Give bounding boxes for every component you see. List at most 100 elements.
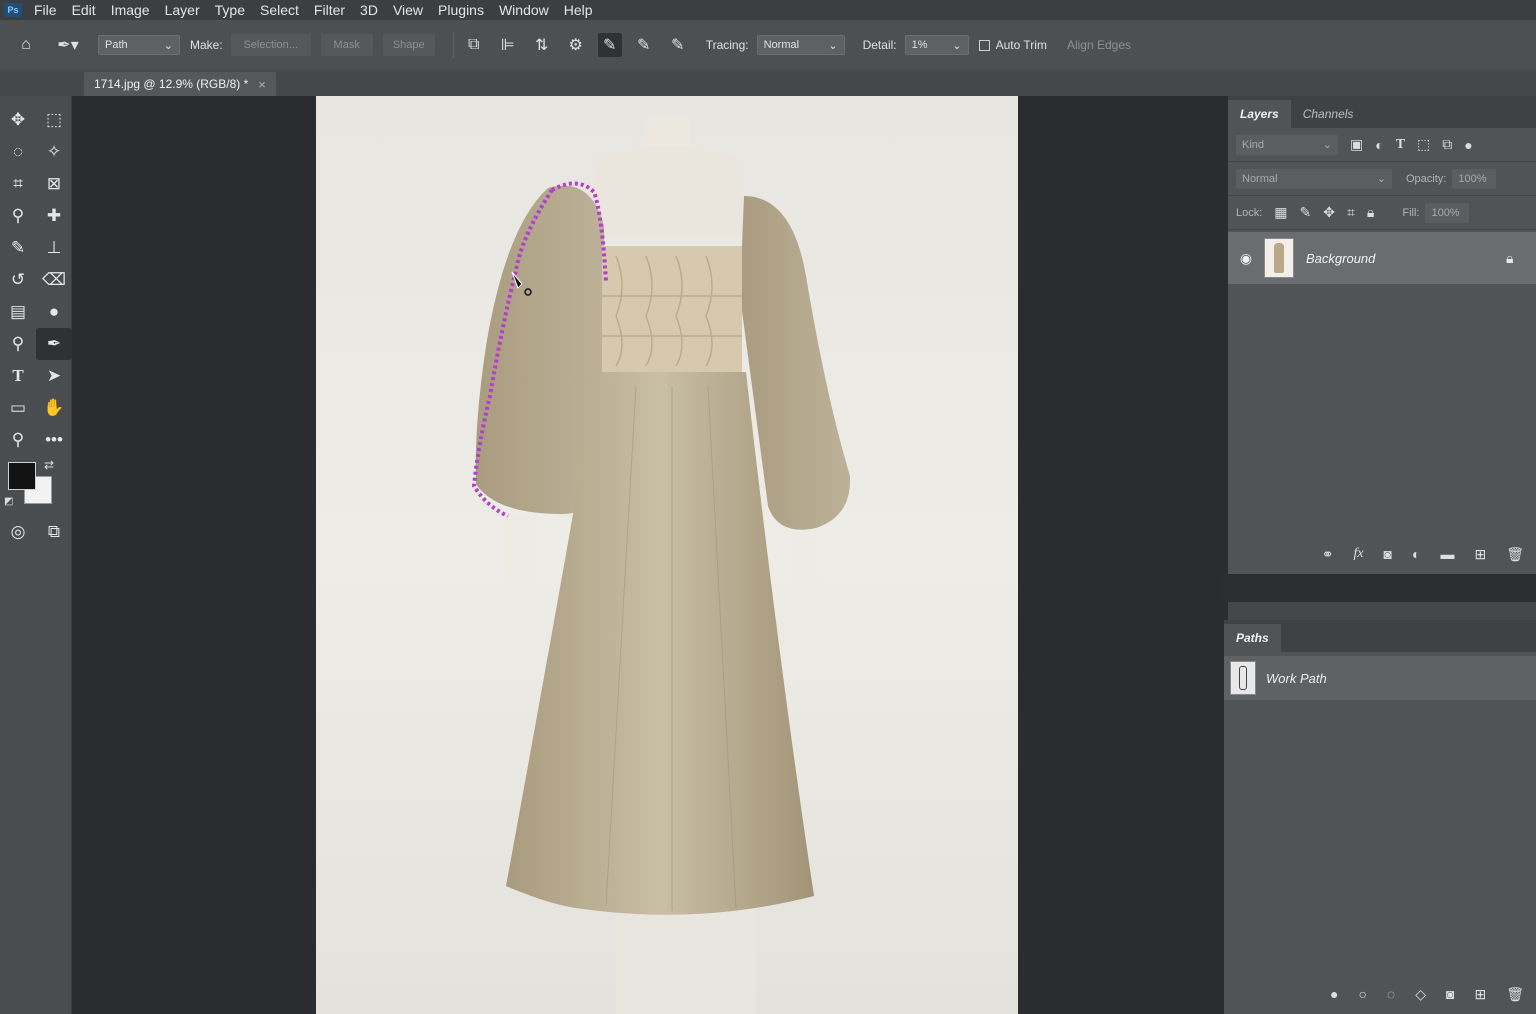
- gradient-tool-icon[interactable]: ▤: [0, 296, 36, 328]
- make-shape-button[interactable]: Shape: [382, 34, 435, 56]
- shape-filter-icon[interactable]: ⬚: [1417, 136, 1430, 153]
- add-mask-icon[interactable]: ◙: [1384, 546, 1392, 562]
- layer-style-icon[interactable]: fx: [1353, 546, 1363, 562]
- menu-layer[interactable]: Layer: [165, 2, 200, 18]
- marquee-tool-icon[interactable]: ⬚: [36, 104, 72, 136]
- lock-position-icon[interactable]: ✥: [1323, 204, 1335, 221]
- menu-help[interactable]: Help: [564, 2, 593, 18]
- blend-mode-select[interactable]: Normal ⌄: [1236, 168, 1392, 189]
- menu-type[interactable]: Type: [215, 2, 245, 18]
- tab-paths[interactable]: Paths: [1224, 624, 1281, 652]
- menu-edit[interactable]: Edit: [72, 2, 96, 18]
- menu-view[interactable]: View: [393, 2, 423, 18]
- lock-all-icon[interactable]: 🔒︎: [1367, 204, 1374, 221]
- foreground-color-swatch[interactable]: [8, 462, 36, 490]
- load-path-as-selection-icon[interactable]: ◌: [1387, 986, 1395, 1002]
- lock-transparent-icon[interactable]: ▦: [1274, 204, 1287, 221]
- home-icon[interactable]: ⌂: [14, 33, 38, 57]
- pen-mode-curvature-icon[interactable]: ✎: [597, 33, 622, 57]
- auto-trim-checkbox[interactable]: [978, 39, 990, 51]
- auto-trim-label: Auto Trim: [995, 38, 1047, 52]
- adjustment-filter-icon[interactable]: ◐: [1375, 137, 1383, 153]
- kind-filter-select[interactable]: Kind ⌄: [1236, 134, 1338, 155]
- lock-artboard-icon[interactable]: ⌗: [1347, 204, 1355, 221]
- menu-window[interactable]: Window: [499, 2, 549, 18]
- frame-tool-icon[interactable]: ⊠: [36, 168, 72, 200]
- tab-channels[interactable]: Channels: [1291, 100, 1366, 128]
- divider: [452, 32, 454, 58]
- trash-icon[interactable]: 🗑︎: [1506, 986, 1524, 1003]
- make-work-path-icon[interactable]: ◇: [1415, 986, 1426, 1003]
- link-layers-icon[interactable]: ⚭: [1322, 546, 1334, 563]
- make-selection-button[interactable]: Selection...: [230, 34, 311, 56]
- new-path-icon[interactable]: ⊞: [1474, 986, 1486, 1003]
- menu-3d[interactable]: 3D: [360, 2, 378, 18]
- tool-mode-select[interactable]: Path ⌄: [98, 35, 180, 55]
- path-arrangement-icon[interactable]: ⇅: [530, 33, 554, 57]
- pixel-filter-icon[interactable]: ▣: [1350, 136, 1363, 153]
- pen-mode-content-aware-icon[interactable]: ✎: [666, 33, 690, 57]
- align-edges-label[interactable]: Align Edges: [1067, 38, 1131, 52]
- menu-select[interactable]: Select: [260, 2, 299, 18]
- quick-mask-icon[interactable]: ◎: [0, 516, 36, 548]
- tab-layers[interactable]: Layers: [1228, 100, 1291, 128]
- menu-file[interactable]: File: [34, 2, 57, 18]
- paths-panel-footer: ● ○ ◌ ◇ ◙ ⊞ 🗑︎: [1224, 974, 1536, 1014]
- tracing-select[interactable]: Normal ⌄: [756, 35, 845, 55]
- blur-tool-icon[interactable]: ●: [36, 296, 72, 328]
- menu-image[interactable]: Image: [111, 2, 150, 18]
- menu-filter[interactable]: Filter: [314, 2, 345, 18]
- fill-path-icon[interactable]: ●: [1330, 986, 1338, 1002]
- brush-tool-icon[interactable]: ✎: [0, 232, 36, 264]
- fill-field[interactable]: 100%: [1425, 202, 1470, 223]
- filter-toggle-icon[interactable]: ●: [1464, 137, 1472, 153]
- eraser-tool-icon[interactable]: ⌫: [36, 264, 72, 296]
- history-brush-tool-icon[interactable]: ↺: [0, 264, 36, 296]
- make-mask-button[interactable]: Mask: [320, 34, 373, 56]
- fill-label: Fill:: [1402, 206, 1420, 219]
- add-mask-icon[interactable]: ◙: [1446, 986, 1454, 1002]
- magic-wand-tool-icon[interactable]: ✧: [36, 136, 72, 168]
- screen-mode-icon[interactable]: ⧉: [36, 516, 72, 548]
- menu-plugins[interactable]: Plugins: [438, 2, 484, 18]
- document-canvas[interactable]: [316, 96, 1018, 1014]
- close-icon[interactable]: ×: [258, 77, 266, 92]
- healing-brush-tool-icon[interactable]: ✚: [36, 200, 72, 232]
- eye-icon[interactable]: ◉: [1228, 250, 1264, 267]
- document-tab[interactable]: 1714.jpg @ 12.9% (RGB/8) * ×: [84, 72, 276, 96]
- dodge-tool-icon[interactable]: ⚲: [0, 328, 36, 360]
- default-colors-icon[interactable]: ◩: [4, 496, 13, 507]
- trash-icon[interactable]: 🗑︎: [1506, 546, 1524, 563]
- new-layer-icon[interactable]: ⊞: [1474, 546, 1486, 563]
- rectangle-tool-icon[interactable]: ▭: [0, 392, 36, 424]
- new-adjustment-layer-icon[interactable]: ◐: [1412, 546, 1420, 562]
- swap-colors-icon[interactable]: ⇄: [44, 458, 54, 472]
- type-filter-icon[interactable]: T: [1396, 137, 1405, 153]
- crop-tool-icon[interactable]: ⌗: [0, 168, 36, 200]
- zoom-tool-icon[interactable]: ⚲: [0, 424, 36, 456]
- smart-object-filter-icon[interactable]: ⧉: [1442, 136, 1452, 153]
- eyedropper-tool-icon[interactable]: ⚲: [0, 200, 36, 232]
- clone-stamp-tool-icon[interactable]: ⊥: [36, 232, 72, 264]
- move-tool-icon[interactable]: ✥: [0, 104, 36, 136]
- lock-icon[interactable]: 🔒︎: [1506, 250, 1536, 267]
- gear-icon[interactable]: ⚙: [564, 33, 588, 57]
- path-selection-tool-icon[interactable]: ➤: [36, 360, 72, 392]
- curvature-pen-tool-icon[interactable]: ✒: [36, 328, 72, 360]
- lasso-tool-icon[interactable]: ◌: [0, 136, 36, 168]
- type-tool-icon[interactable]: T: [0, 360, 36, 392]
- path-operations-icon[interactable]: ⧉: [462, 33, 486, 57]
- opacity-field[interactable]: 100%: [1452, 168, 1497, 189]
- path-row-work-path[interactable]: Work Path: [1224, 656, 1536, 700]
- canvas-area[interactable]: [72, 96, 1228, 1014]
- hand-tool-icon[interactable]: ✋: [36, 392, 72, 424]
- curvature-pen-tool-preset-icon[interactable]: ✒▾: [48, 33, 88, 57]
- pen-mode-freeform-icon[interactable]: ✎: [632, 33, 656, 57]
- path-alignment-icon[interactable]: ⊫: [496, 33, 520, 57]
- layer-row-background[interactable]: ◉ Background 🔒︎: [1228, 232, 1536, 284]
- more-tools-icon[interactable]: •••: [36, 424, 72, 456]
- new-group-icon[interactable]: ▬: [1440, 546, 1454, 562]
- detail-select[interactable]: 1% ⌄: [904, 35, 969, 55]
- stroke-path-icon[interactable]: ○: [1358, 986, 1366, 1002]
- lock-pixels-icon[interactable]: ✎: [1300, 204, 1312, 221]
